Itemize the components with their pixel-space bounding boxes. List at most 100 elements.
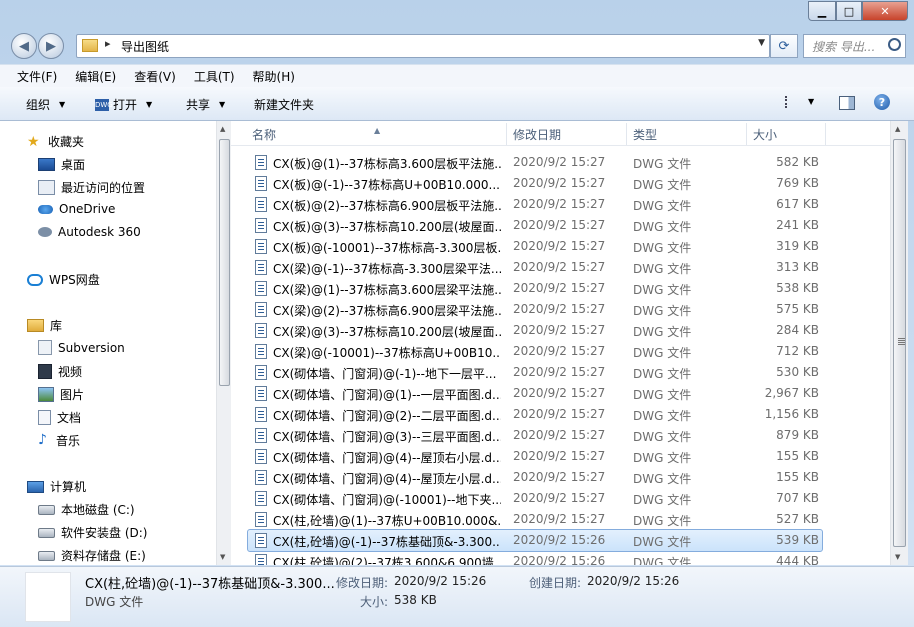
nav-subversion[interactable]: Subversion <box>38 340 125 355</box>
organize-button[interactable]: 组织 ▼ <box>26 96 65 113</box>
file-name: CX(梁)@(-10001)--37栋标高U+00B10... <box>273 346 501 360</box>
column-size[interactable]: 大小 <box>753 126 777 143</box>
menu-file[interactable]: 文件(F) <box>0 68 62 85</box>
table-row[interactable]: CX(梁)@(3)--37栋标高10.200层(坡屋面... 2020/9/2 1… <box>248 320 822 341</box>
file-date: 2020/9/2 15:27 <box>513 197 606 211</box>
open-button[interactable]: DWG 打开 ▼ <box>95 96 152 113</box>
nav-wps[interactable]: WPS网盘 <box>27 271 100 288</box>
view-options-icon[interactable] <box>785 96 801 108</box>
table-row[interactable]: CX(梁)@(2)--37栋标高6.900层梁平法施... 2020/9/2 15… <box>248 299 822 320</box>
nav-label: 音乐 <box>56 434 81 448</box>
nav-video[interactable]: 视频 <box>38 363 82 380</box>
table-row[interactable]: CX(板)@(3)--37栋标高10.200层(坡屋面... 2020/9/2 1… <box>248 215 822 236</box>
table-row[interactable]: CX(砌体墙、门窗洞)@(4)--屋顶左小层.d... 2020/9/2 15:2… <box>248 467 822 488</box>
nav-computer[interactable]: 计算机 <box>27 478 86 495</box>
file-size: 313 KB <box>776 260 819 274</box>
grip-icon <box>898 338 905 339</box>
file-name: CX(梁)@(-1)--37栋标高-3.300层梁平法... <box>273 262 501 276</box>
nav-scrollbar[interactable]: ▲ ▼ <box>216 121 231 565</box>
nav-favorites[interactable]: ★ 收藏夹 <box>27 133 84 150</box>
nav-autodesk[interactable]: Autodesk 360 <box>38 225 141 239</box>
table-row[interactable]: CX(梁)@(-1)--37栋标高-3.300层梁平法... 2020/9/2 1… <box>248 257 822 278</box>
nav-drive-e[interactable]: 资料存储盘 (E:) <box>38 547 146 564</box>
file-type: DWG 文件 <box>633 472 692 486</box>
table-row[interactable]: CX(砌体墙、门窗洞)@(1)--一层平面图.d... 2020/9/2 15:2… <box>248 383 822 404</box>
address-dropdown-icon[interactable]: ▼ <box>758 38 765 48</box>
table-row[interactable]: CX(板)@(-1)--37栋标高U+00B10.000... 2020/9/2 … <box>248 173 822 194</box>
file-type: DWG 文件 <box>633 535 692 549</box>
back-arrow-icon: ◀ <box>19 38 29 54</box>
forward-button[interactable]: ▶ <box>38 33 64 59</box>
table-row[interactable]: CX(砌体墙、门窗洞)@(3)--三层平面图.d... 2020/9/2 15:2… <box>248 425 822 446</box>
nav-drive-c[interactable]: 本地磁盘 (C:) <box>38 501 135 518</box>
scroll-down-icon[interactable]: ▼ <box>220 553 225 561</box>
file-name: CX(砌体墙、门窗洞)@(-10001)--地下夹... <box>273 493 501 507</box>
minimize-button[interactable]: ▁ <box>808 1 836 21</box>
new-folder-button[interactable]: 新建文件夹 <box>254 96 314 113</box>
table-row[interactable]: CX(板)@(-10001)--37栋标高-3.300层板... 2020/9/2… <box>248 236 822 257</box>
menu-view[interactable]: 查看(V) <box>129 68 181 85</box>
column-divider[interactable] <box>506 123 507 145</box>
nav-drive-d[interactable]: 软件安装盘 (D:) <box>38 524 147 541</box>
help-icon[interactable]: ? <box>874 94 890 110</box>
file-size: 155 KB <box>776 470 819 484</box>
table-row[interactable]: CX(砌体墙、门窗洞)@(-1)--地下一层平... 2020/9/2 15:27… <box>248 362 822 383</box>
file-type: DWG 文件 <box>633 430 692 444</box>
maximize-button[interactable]: □ <box>836 1 862 21</box>
table-row[interactable]: CX(梁)@(-10001)--37栋标高U+00B10... 2020/9/2 … <box>248 341 822 362</box>
file-date: 2020/9/2 15:27 <box>513 512 606 526</box>
scroll-down-icon[interactable]: ▼ <box>895 553 900 561</box>
scroll-up-icon[interactable]: ▲ <box>220 125 225 133</box>
column-type[interactable]: 类型 <box>633 126 657 143</box>
column-divider[interactable] <box>626 123 627 145</box>
window-controls: ▁ □ ✕ <box>808 1 908 21</box>
nav-pictures[interactable]: 图片 <box>38 386 84 403</box>
nav-recent[interactable]: 最近访问的位置 <box>38 179 145 196</box>
nav-desktop[interactable]: 桌面 <box>38 156 85 173</box>
nav-onedrive[interactable]: OneDrive <box>38 202 115 216</box>
share-button[interactable]: 共享 ▼ <box>186 96 225 113</box>
scroll-up-icon[interactable]: ▲ <box>895 125 900 133</box>
table-row[interactable]: CX(柱,砼墙)@(1)--37栋U+00B10.000&... 2020/9/2… <box>248 509 822 530</box>
wps-cloud-icon <box>27 273 43 286</box>
nav-libraries[interactable]: 库 <box>27 317 62 334</box>
table-row[interactable]: CX(砌体墙、门窗洞)@(-10001)--地下夹... 2020/9/2 15:… <box>248 488 822 509</box>
nav-music[interactable]: ♪ 音乐 <box>38 432 80 449</box>
file-name: CX(梁)@(1)--37栋标高3.600层梁平法施... <box>273 283 501 297</box>
breadcrumb[interactable]: 导出图纸 <box>121 38 169 55</box>
dwg-file-icon <box>255 491 267 506</box>
search-input[interactable]: 搜索 导出... <box>803 34 906 58</box>
column-name[interactable]: 名称 <box>252 126 276 143</box>
file-date: 2020/9/2 15:27 <box>513 155 606 169</box>
table-row[interactable]: CX(砌体墙、门窗洞)@(2)--二层平面图.d... 2020/9/2 15:2… <box>248 404 822 425</box>
nav-label: WPS网盘 <box>49 273 100 287</box>
address-bar[interactable]: ▸ 导出图纸 ▼ <box>76 34 770 58</box>
table-row[interactable]: CX(砌体墙、门窗洞)@(4)--屋顶右小层.d... 2020/9/2 15:2… <box>248 446 822 467</box>
table-row[interactable]: CX(板)@(2)--37栋标高6.900层板平法施... 2020/9/2 15… <box>248 194 822 215</box>
table-row[interactable]: CX(梁)@(1)--37栋标高3.600层梁平法施... 2020/9/2 15… <box>248 278 822 299</box>
file-size: 1,156 KB <box>764 407 819 421</box>
modified-label: 修改日期: <box>336 576 389 590</box>
column-divider[interactable] <box>825 123 826 145</box>
menu-help[interactable]: 帮助(H) <box>248 68 300 85</box>
table-row[interactable]: CX(柱,砼墙)@(-1)--37栋基础顶&-3.300... 2020/9/2 … <box>247 529 823 552</box>
back-button[interactable]: ◀ <box>11 33 37 59</box>
breadcrumb-chevron-icon[interactable]: ▸ <box>105 37 111 50</box>
scrollbar-thumb[interactable] <box>219 139 230 386</box>
file-date: 2020/9/2 15:26 <box>513 554 606 565</box>
nav-documents[interactable]: 文档 <box>38 409 81 426</box>
column-divider[interactable] <box>746 123 747 145</box>
close-button[interactable]: ✕ <box>862 1 908 21</box>
file-list-scrollbar[interactable]: ▲ ▼ <box>890 121 908 565</box>
scrollbar-thumb[interactable] <box>893 139 906 547</box>
table-row[interactable]: CX(柱,砼墙)@(2)--37栋3.600&6.900墙... 2020/9/2… <box>248 551 822 565</box>
menu-edit[interactable]: 编辑(E) <box>70 68 121 85</box>
file-date: 2020/9/2 15:27 <box>513 407 606 421</box>
table-row[interactable]: CX(板)@(1)--37栋标高3.600层板平法施... 2020/9/2 15… <box>248 152 822 173</box>
view-dropdown-icon[interactable]: ▼ <box>808 97 814 106</box>
menu-tools[interactable]: 工具(T) <box>189 68 240 85</box>
column-date[interactable]: 修改日期 <box>513 126 561 143</box>
dwg-file-icon <box>255 302 267 317</box>
refresh-button[interactable]: ⟳ <box>770 34 798 58</box>
preview-pane-icon[interactable] <box>839 96 855 110</box>
